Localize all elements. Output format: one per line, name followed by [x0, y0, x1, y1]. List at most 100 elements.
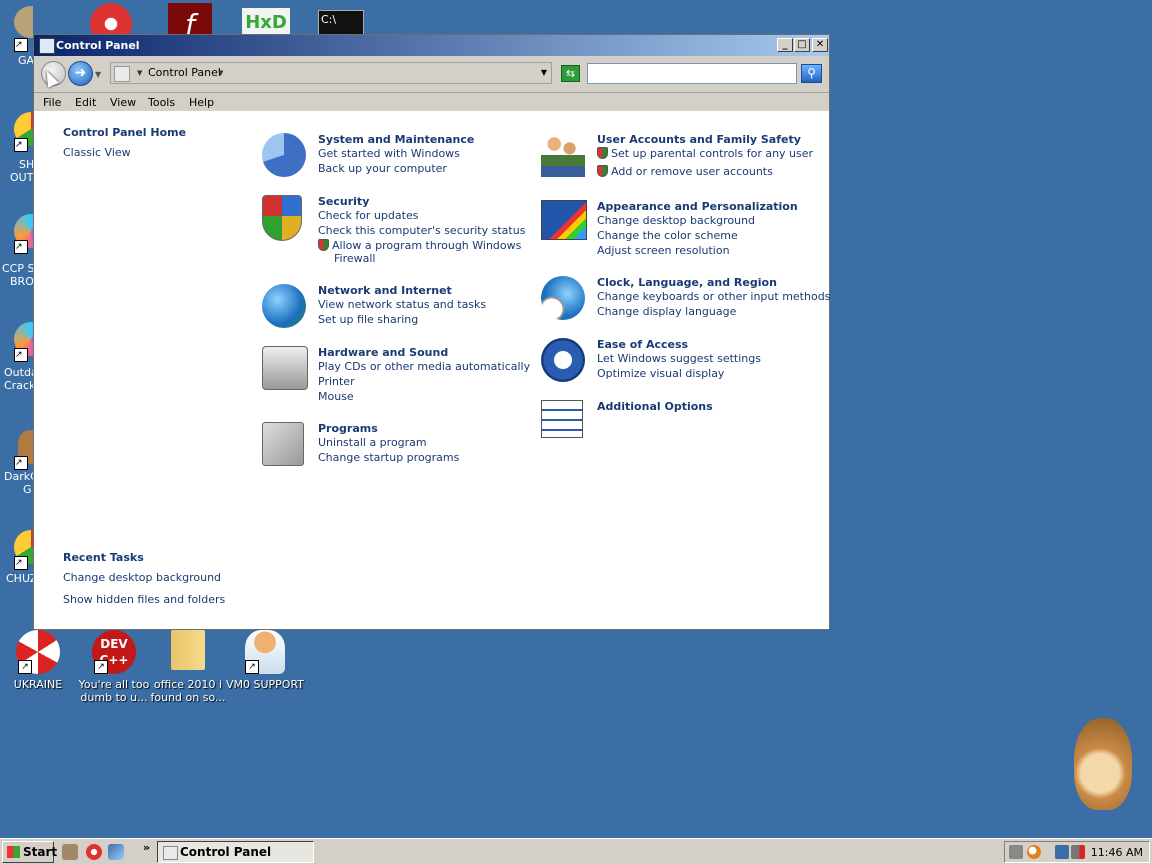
refresh-button[interactable]: ⇆: [561, 65, 580, 82]
quicklaunch-chevron[interactable]: »: [143, 841, 150, 854]
category-title[interactable]: Ease of Access: [597, 338, 688, 351]
desktop-icon-clipped[interactable]: ↗ CHUZ: [0, 526, 33, 590]
programs-disc-icon: [262, 422, 304, 466]
category-link[interactable]: Set up parental controls for any user: [597, 147, 813, 160]
quicklaunch-raccoon-icon[interactable]: [62, 844, 78, 860]
desktop-icon-label: DarkC: [4, 470, 33, 483]
classic-view-link[interactable]: Classic View: [63, 146, 131, 159]
shortcut-arrow-icon: ↗: [94, 660, 108, 674]
category-link[interactable]: Play CDs or other media automatically: [318, 360, 530, 373]
desktop-icon-vm0-support[interactable]: ↗ VM0 SUPPORT: [225, 630, 305, 691]
forward-button[interactable]: ➜: [68, 61, 93, 86]
ease-of-access-icon: [541, 338, 585, 382]
category-title[interactable]: System and Maintenance: [318, 133, 474, 146]
maximize-button[interactable]: □: [794, 38, 810, 52]
category-link[interactable]: Change the color scheme: [597, 229, 738, 242]
quicklaunch-opera-icon[interactable]: [86, 844, 102, 860]
category-title[interactable]: Clock, Language, and Region: [597, 276, 777, 289]
desktop-icon-devcpp[interactable]: DEV C++ ↗ You're all too dumb to u...: [74, 630, 154, 704]
menu-tools[interactable]: Tools: [148, 96, 175, 109]
desktop-icon-office-folder[interactable]: office 2010 i found on so...: [148, 630, 228, 704]
menu-view[interactable]: View: [110, 96, 136, 109]
menu-file[interactable]: File: [43, 96, 61, 109]
category-link[interactable]: Change desktop background: [597, 214, 755, 227]
taskbar-item-control-panel[interactable]: Control Panel: [157, 841, 314, 863]
chevron-down-icon[interactable]: ▼: [137, 69, 142, 77]
category-link[interactable]: Change startup programs: [318, 451, 459, 464]
breadcrumb[interactable]: Control Panel: [148, 66, 221, 79]
menu-help[interactable]: Help: [189, 96, 214, 109]
title-bar[interactable]: Control Panel _ □ ✕: [34, 35, 829, 56]
desktop-icon-label: dumb to u...: [80, 691, 148, 704]
shortcut-arrow-icon: ↗: [14, 456, 28, 470]
address-dropdown-icon[interactable]: ▼: [541, 68, 547, 77]
desktop-icon-label: CHUZ: [6, 572, 33, 585]
taskbar-clock[interactable]: 11:46 AM: [1091, 846, 1143, 859]
category-link[interactable]: Allow a program through Windows: [318, 239, 521, 252]
desktop-icon-label: VM0 SUPPORT: [225, 678, 305, 691]
recent-task-item[interactable]: Show hidden files and folders: [63, 593, 225, 606]
desktop-icon-label: found on so...: [150, 691, 226, 704]
category-title[interactable]: Additional Options: [597, 400, 713, 413]
recent-task-item[interactable]: Change desktop background: [63, 571, 221, 584]
category-link[interactable]: Get started with Windows: [318, 147, 460, 160]
category-link[interactable]: Set up file sharing: [318, 313, 418, 326]
minimize-button[interactable]: _: [777, 38, 793, 52]
tray-search-icon[interactable]: [1027, 845, 1041, 859]
close-button[interactable]: ✕: [812, 38, 828, 52]
desktop-icon-clipped[interactable]: ↗ SH OUT: [0, 108, 33, 188]
desktop-icon-label: BRO: [10, 275, 33, 288]
category-link[interactable]: Change display language: [597, 305, 736, 318]
category-link[interactable]: Firewall: [334, 252, 375, 265]
desktop-icon-ukraine[interactable]: ↗ UKRAINE: [0, 630, 78, 691]
category-link[interactable]: Mouse: [318, 390, 354, 403]
shortcut-arrow-icon: ↗: [14, 556, 28, 570]
control-panel-window: Control Panel _ □ ✕ ➜ ▼ ▼ Control Panel …: [33, 34, 830, 630]
category-title[interactable]: Programs: [318, 422, 378, 435]
control-panel-home-link[interactable]: Control Panel Home: [63, 126, 186, 139]
category-link[interactable]: Printer: [318, 375, 355, 388]
desktop-icon-top[interactable]: f: [168, 3, 212, 47]
desktop-icon-top[interactable]: HxD: [242, 8, 290, 38]
tray-volume-muted-icon[interactable]: [1071, 845, 1085, 859]
category-link[interactable]: Check for updates: [318, 209, 418, 222]
category-title[interactable]: Network and Internet: [318, 284, 452, 297]
category-link[interactable]: Check this computer's security status: [318, 224, 525, 237]
search-input[interactable]: [587, 63, 797, 84]
category-link[interactable]: Let Windows suggest settings: [597, 352, 761, 365]
navigation-bar: ➜ ▼ ▼ Control Panel ▼ ▼ ⇆ ⚲: [34, 56, 829, 93]
category-link[interactable]: Optimize visual display: [597, 367, 724, 380]
category-link[interactable]: Change keyboards or other input methods: [597, 290, 830, 303]
desktop-icon-top[interactable]: [90, 3, 136, 45]
menu-edit[interactable]: Edit: [75, 96, 96, 109]
category-link[interactable]: Uninstall a program: [318, 436, 427, 449]
tray-network-icon[interactable]: [1055, 845, 1069, 859]
quicklaunch-network-icon[interactable]: [108, 844, 124, 860]
category-link[interactable]: Add or remove user accounts: [597, 165, 773, 178]
category-link[interactable]: Back up your computer: [318, 162, 447, 175]
desktop-icon-clipped[interactable]: ↗ CCP SI BRO: [0, 210, 33, 290]
tray-app-icon[interactable]: [1009, 845, 1023, 859]
category-title[interactable]: Security: [318, 195, 369, 208]
desktop-icon-label: You're all too: [78, 678, 150, 691]
desktop-icon-label: SH: [19, 158, 33, 171]
category-title[interactable]: User Accounts and Family Safety: [597, 133, 801, 146]
start-button[interactable]: Start: [2, 841, 57, 863]
address-bar[interactable]: ▼ Control Panel ▼ ▼: [110, 62, 552, 84]
category-title[interactable]: Hardware and Sound: [318, 346, 448, 359]
chevron-down-icon[interactable]: ▼: [218, 69, 223, 77]
category-title[interactable]: Appearance and Personalization: [597, 200, 798, 213]
history-dropdown-icon[interactable]: ▼: [95, 70, 101, 79]
desktop-icon-clipped[interactable]: ↗ Outda Crack: [0, 318, 33, 398]
hamster-desktop-pet[interactable]: [1060, 712, 1140, 816]
printer-icon: [262, 346, 308, 390]
category-link[interactable]: View network status and tasks: [318, 298, 486, 311]
desktop-icon-top[interactable]: C:\: [318, 10, 366, 40]
search-button[interactable]: ⚲: [801, 64, 822, 83]
desktop-icon-clipped[interactable]: ↗ GA: [0, 0, 33, 72]
desktop-icon-label: OUT: [10, 171, 33, 184]
shortcut-arrow-icon: ↗: [14, 38, 28, 52]
category-link[interactable]: Adjust screen resolution: [597, 244, 730, 257]
content-area: Control Panel Home Classic View System a…: [34, 111, 830, 629]
desktop-icon-clipped[interactable]: ↗ DarkC G: [0, 426, 33, 506]
